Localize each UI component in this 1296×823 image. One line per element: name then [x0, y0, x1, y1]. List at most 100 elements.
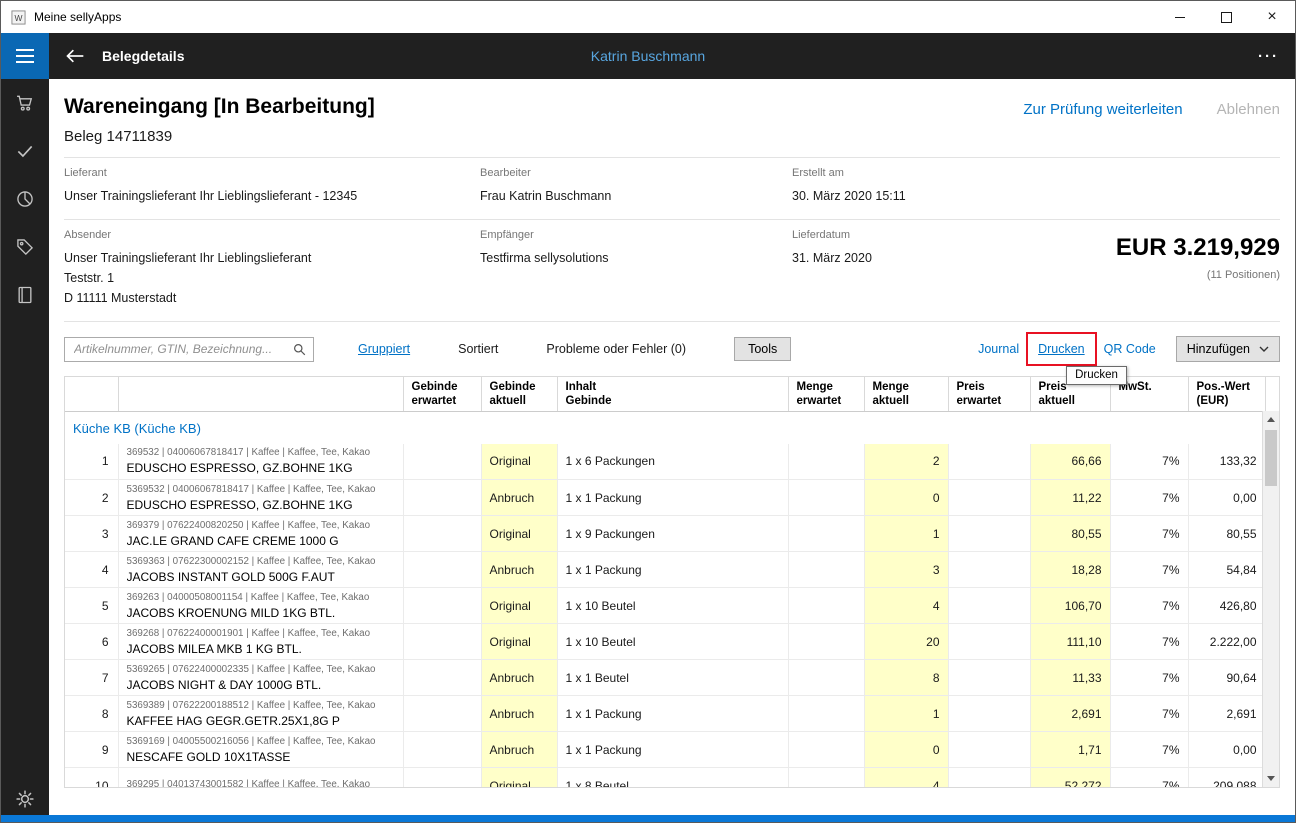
article-name: NESCAFE GOLD 10X1TASSE: [127, 750, 395, 764]
gebinde-aktuell-cell[interactable]: Original: [481, 516, 557, 552]
tools-button[interactable]: Tools: [734, 337, 791, 361]
scrollbar-thumb[interactable]: [1265, 430, 1277, 486]
preis-aktuell-cell[interactable]: 66,66: [1030, 444, 1110, 480]
row-number: 6: [65, 624, 118, 660]
gebinde-aktuell-cell[interactable]: Anbruch: [481, 480, 557, 516]
gebinde-erwartet-cell: [403, 696, 481, 732]
field-row-1: Lieferant Unser Trainingslieferant Ihr L…: [64, 157, 1280, 219]
table-row[interactable]: 4 5369363 | 07622300002152 | Kaffee | Ka…: [65, 552, 1265, 588]
search-input[interactable]: [72, 341, 293, 357]
menge-aktuell-cell[interactable]: 8: [864, 660, 948, 696]
scroll-up-button[interactable]: [1263, 411, 1279, 428]
table-row[interactable]: 2 5369532 | 04006067818417 | Kaffee | Ka…: [65, 480, 1265, 516]
table-row[interactable]: 3 369379 | 07622400820250 | Kaffee | Kaf…: [65, 516, 1265, 552]
mwst-cell: 7%: [1110, 444, 1188, 480]
sidebar-item-documents[interactable]: [1, 271, 49, 319]
menge-aktuell-cell[interactable]: 20: [864, 624, 948, 660]
maximize-icon: [1221, 12, 1232, 23]
mwst-cell: 7%: [1110, 588, 1188, 624]
gebinde-aktuell-cell[interactable]: Original: [481, 768, 557, 789]
drucken-link[interactable]: Drucken: [1038, 342, 1085, 356]
hinzufuegen-label: Hinzufügen: [1187, 342, 1250, 356]
gebinde-aktuell-cell[interactable]: Original: [481, 444, 557, 480]
col-header-menge-erwartet: Mengeerwartet: [788, 377, 864, 412]
document-title: Wareneingang [In Bearbeitung]: [64, 95, 375, 119]
mwst-cell: 7%: [1110, 516, 1188, 552]
hinzufuegen-button[interactable]: Hinzufügen: [1176, 336, 1280, 362]
menge-aktuell-cell[interactable]: 0: [864, 480, 948, 516]
preis-aktuell-cell[interactable]: 106,70: [1030, 588, 1110, 624]
group-header-label: Küche KB (Küche KB): [65, 412, 1265, 444]
article-meta: 369532 | 04006067818417 | Kaffee | Kaffe…: [127, 447, 395, 458]
menge-aktuell-cell[interactable]: 1: [864, 696, 948, 732]
preis-aktuell-cell[interactable]: 52,272: [1030, 768, 1110, 789]
absender-line2: Teststr. 1: [64, 268, 480, 288]
article-meta: 369295 | 04013743001582 | Kaffee | Kaffe…: [127, 779, 395, 789]
forward-for-review-button[interactable]: Zur Prüfung weiterleiten: [1023, 101, 1182, 118]
bearbeiter-label: Bearbeiter: [480, 167, 792, 179]
menge-aktuell-cell[interactable]: 0: [864, 732, 948, 768]
maximize-button[interactable]: [1203, 1, 1249, 33]
back-button[interactable]: [62, 43, 88, 69]
total-amount: EUR 3.219,929: [1116, 234, 1280, 262]
sidebar-item-cart[interactable]: [1, 79, 49, 127]
gebinde-erwartet-cell: [403, 660, 481, 696]
table-row[interactable]: 9 5369169 | 04005500216056 | Kaffee | Ka…: [65, 732, 1265, 768]
preis-aktuell-cell[interactable]: 1,71: [1030, 732, 1110, 768]
preis-aktuell-cell[interactable]: 11,22: [1030, 480, 1110, 516]
table-row[interactable]: 1 369532 | 04006067818417 | Kaffee | Kaf…: [65, 444, 1265, 480]
menge-aktuell-cell[interactable]: 1: [864, 516, 948, 552]
sidebar-item-statistics[interactable]: [1, 175, 49, 223]
preis-aktuell-cell[interactable]: 80,55: [1030, 516, 1110, 552]
preis-aktuell-cell[interactable]: 18,28: [1030, 552, 1110, 588]
gebinde-aktuell-cell[interactable]: Anbruch: [481, 660, 557, 696]
sidebar-item-settings[interactable]: [1, 789, 49, 809]
menge-aktuell-cell[interactable]: 4: [864, 768, 948, 789]
close-button[interactable]: ×: [1249, 1, 1295, 33]
article-cell: 369532 | 04006067818417 | Kaffee | Kaffe…: [118, 444, 403, 480]
search-box[interactable]: [64, 337, 314, 362]
table-row[interactable]: 7 5369265 | 07622400002335 | Kaffee | Ka…: [65, 660, 1265, 696]
gebinde-aktuell-cell[interactable]: Anbruch: [481, 732, 557, 768]
document-number: Beleg 14711839: [64, 128, 1280, 145]
table-row[interactable]: 10 369295 | 04013743001582 | Kaffee | Ka…: [65, 768, 1265, 789]
sortiert-toggle[interactable]: Sortiert: [458, 342, 498, 356]
table-row[interactable]: 6 369268 | 07622400001901 | Kaffee | Kaf…: [65, 624, 1265, 660]
minimize-button[interactable]: [1157, 1, 1203, 33]
article-cell: 5369363 | 07622300002152 | Kaffee | Kaff…: [118, 552, 403, 588]
preis-aktuell-cell[interactable]: 11,33: [1030, 660, 1110, 696]
preis-erwartet-cell: [948, 660, 1030, 696]
current-user[interactable]: Katrin Buschmann: [591, 48, 705, 64]
menge-aktuell-cell[interactable]: 4: [864, 588, 948, 624]
gebinde-aktuell-cell[interactable]: Original: [481, 624, 557, 660]
preis-aktuell-cell[interactable]: 2,691: [1030, 696, 1110, 732]
sidebar-item-prices[interactable]: [1, 223, 49, 271]
gebinde-aktuell-cell[interactable]: Original: [481, 588, 557, 624]
probleme-filter[interactable]: Probleme oder Fehler (0): [546, 342, 686, 356]
menge-aktuell-cell[interactable]: 3: [864, 552, 948, 588]
more-options-icon[interactable]: ···: [1258, 48, 1279, 65]
reject-button[interactable]: Ablehnen: [1217, 101, 1280, 118]
scroll-down-button[interactable]: [1263, 770, 1279, 787]
pos-wert-cell: 0,00: [1188, 480, 1265, 516]
journal-link[interactable]: Journal: [978, 342, 1019, 356]
vertical-scrollbar[interactable]: [1262, 411, 1279, 787]
preis-aktuell-cell[interactable]: 111,10: [1030, 624, 1110, 660]
empfaenger-label: Empfänger: [480, 229, 792, 241]
group-header-row[interactable]: Küche KB (Küche KB): [65, 412, 1265, 444]
preis-erwartet-cell: [948, 768, 1030, 789]
gebinde-aktuell-cell[interactable]: Anbruch: [481, 552, 557, 588]
app-icon: W: [11, 10, 26, 25]
gebinde-aktuell-cell[interactable]: Anbruch: [481, 696, 557, 732]
sidebar-item-tasks[interactable]: [1, 127, 49, 175]
table-row[interactable]: 8 5369389 | 07622200188512 | Kaffee | Ka…: [65, 696, 1265, 732]
qr-code-link[interactable]: QR Code: [1104, 342, 1156, 356]
table-row[interactable]: 5 369263 | 04000508001154 | Kaffee | Kaf…: [65, 588, 1265, 624]
inhalt-gebinde-cell: 1 x 6 Packungen: [557, 444, 788, 480]
pos-wert-cell: 426,80: [1188, 588, 1265, 624]
drucken-highlight-box: Drucken Drucken: [1026, 332, 1097, 366]
mwst-cell: 7%: [1110, 660, 1188, 696]
gruppiert-toggle[interactable]: Gruppiert: [358, 342, 410, 356]
hamburger-menu-button[interactable]: [1, 33, 49, 79]
menge-aktuell-cell[interactable]: 2: [864, 444, 948, 480]
